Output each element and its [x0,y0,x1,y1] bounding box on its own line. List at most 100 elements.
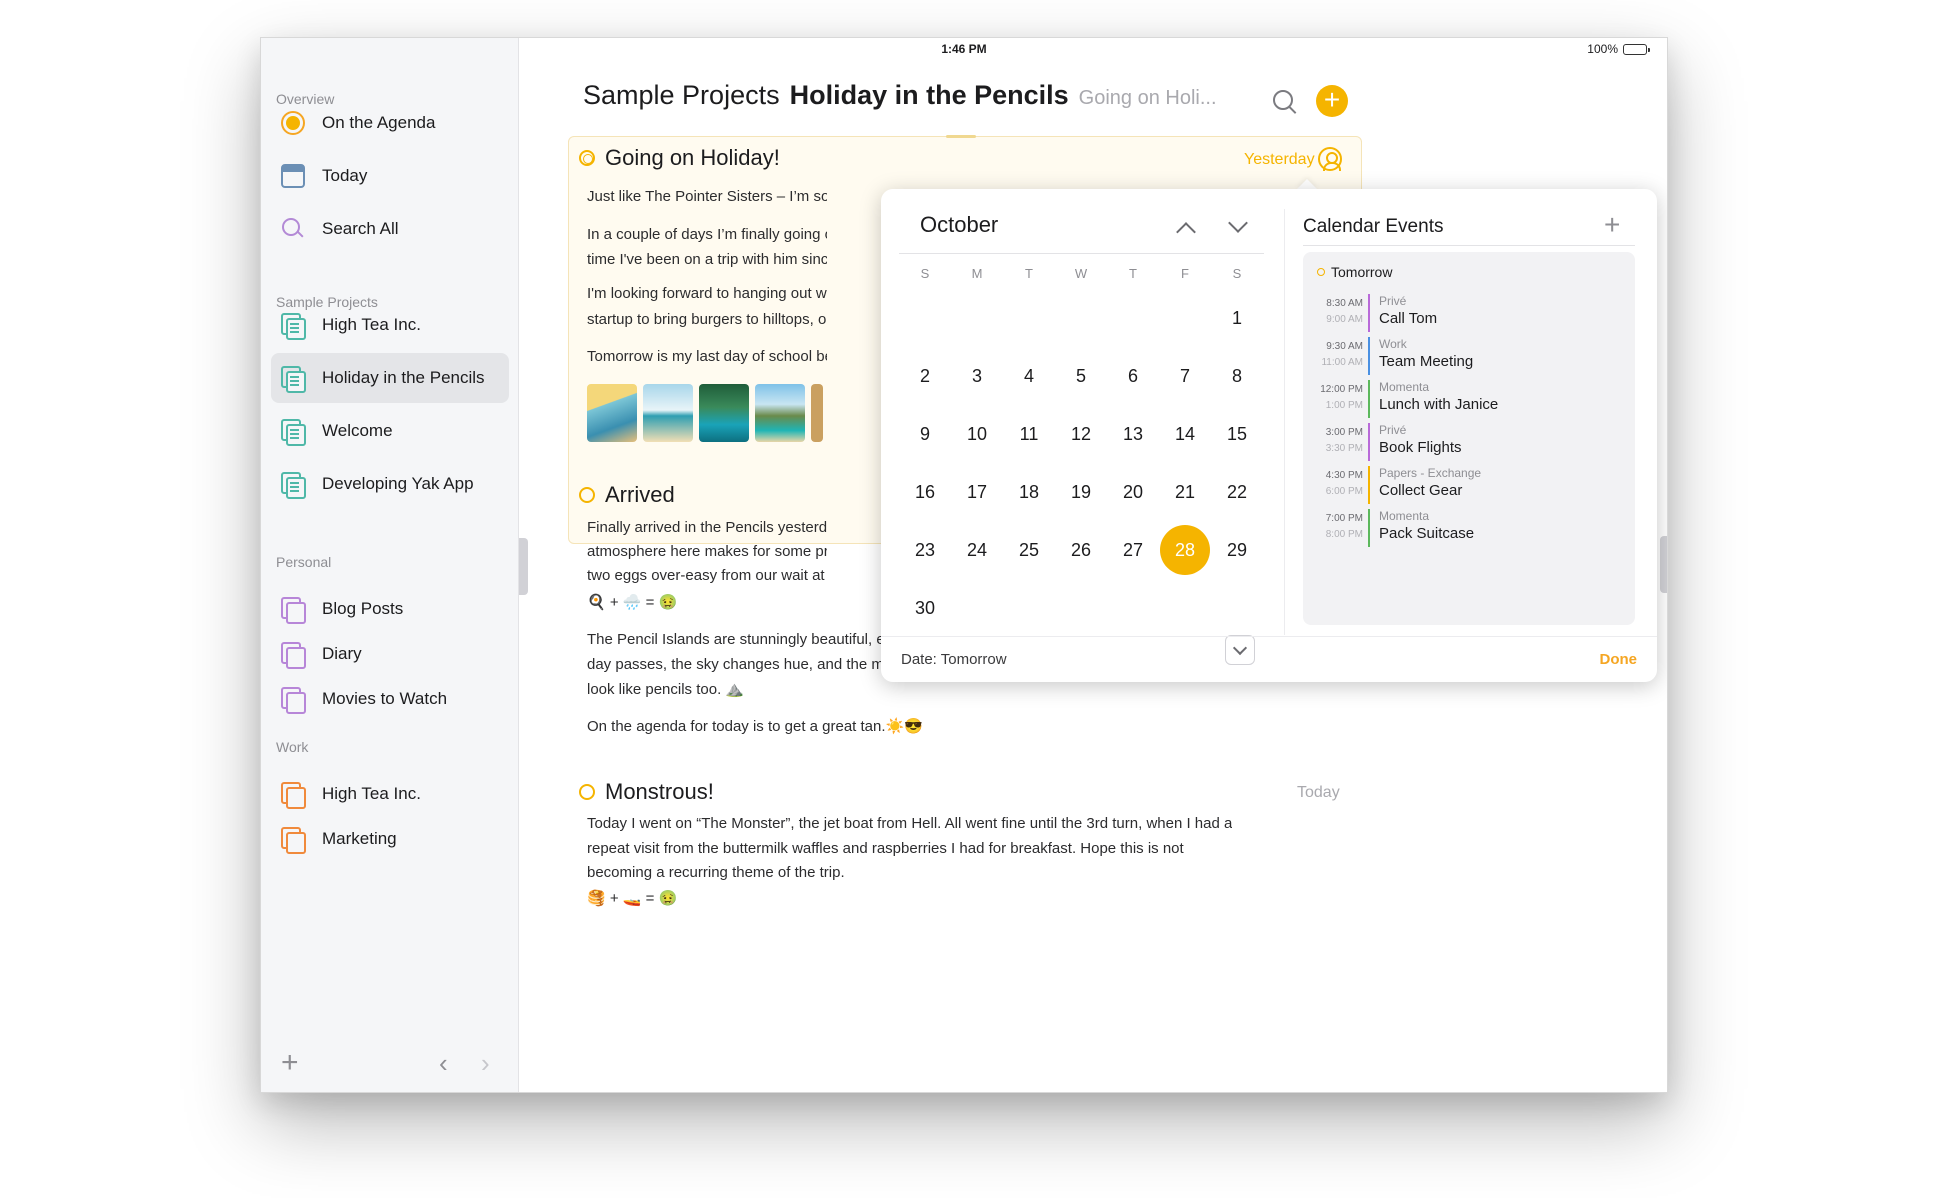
event-color-bar [1368,509,1370,547]
calendar-day[interactable]: 20 [1107,463,1159,521]
chevron-up-icon[interactable] [1176,222,1196,242]
selected-date-label: Date: Tomorrow [901,651,1007,668]
calendar-day[interactable]: 10 [951,405,1003,463]
sidebar-item-today[interactable]: Today [271,151,509,201]
calendar-day[interactable]: 29 [1211,521,1263,579]
battery-icon [1623,43,1650,55]
sidebar-item-developing-yak-app[interactable]: Developing Yak App [271,459,509,509]
calendar-day[interactable]: 2 [899,347,951,405]
expand-calendar-button[interactable] [1225,635,1255,665]
photo-thumbnail[interactable] [755,384,805,442]
photo-thumbnail[interactable] [643,384,693,442]
calendar-day[interactable]: 16 [899,463,951,521]
sidebar-item-work-high-tea[interactable]: High Tea Inc. [271,769,509,819]
event-start-time: 3:00 PM [1325,427,1363,438]
calendar-day[interactable]: 7 [1159,347,1211,405]
calendar-event[interactable]: 9:30 AM 11:00 AM Work Team Meeting [1303,335,1635,379]
divider [881,636,1657,637]
event-calendar-name: Momenta [1379,380,1430,394]
sidebar-item-search-all[interactable]: Search All [271,204,509,254]
calendar-day[interactable]: 6 [1107,347,1159,405]
sidebar-item-holiday-in-the-pencils[interactable]: Holiday in the Pencils [271,353,509,403]
photo-thumbnail[interactable] [699,384,749,442]
calendar-day[interactable]: 27 [1107,521,1159,579]
calendar-event[interactable]: 7:00 PM 8:00 PM Momenta Pack Suitcase [1303,507,1635,551]
done-button[interactable]: Done [1600,651,1638,668]
calendar-day[interactable]: 21 [1159,463,1211,521]
entry-title[interactable]: Going on Holiday! [579,145,780,171]
calendar-day[interactable]: 22 [1211,463,1263,521]
entry-title[interactable]: Arrived [579,482,675,508]
chevron-down-icon[interactable] [1228,213,1248,233]
scrollbar[interactable] [1660,536,1667,593]
calendar-day[interactable]: 17 [951,463,1003,521]
calendar-event[interactable]: 12:00 PM 1:00 PM Momenta Lunch with Janice [1303,378,1635,422]
calendar-day[interactable]: 14 [1159,405,1211,463]
sidebar-item-on-the-agenda[interactable]: On the Agenda [271,98,509,148]
calendar-day[interactable]: 15 [1211,405,1263,463]
calendar-day-selected[interactable]: 28 [1159,521,1211,579]
add-entry-button[interactable]: + [1316,85,1348,117]
sidebar-resize-handle[interactable] [519,538,528,595]
forward-arrow-icon[interactable]: › [481,1048,490,1079]
calendar-day[interactable]: 13 [1107,405,1159,463]
calendar-day[interactable]: 4 [1003,347,1055,405]
calendar-event[interactable]: 4:30 PM 6:00 PM Papers - Exchange Collect G… [1303,464,1635,508]
breadcrumb-project[interactable]: Sample Projects [583,80,780,111]
entry-status-icon[interactable] [579,784,595,800]
calendar-day[interactable]: 1 [1211,289,1263,347]
sidebar-item-label: Marketing [322,829,397,848]
calendar-icon [281,164,305,188]
photo-thumbnail[interactable] [587,384,637,442]
calendar-day[interactable]: 18 [1003,463,1055,521]
sidebar-item-diary[interactable]: Diary [271,629,509,679]
weekday-label: T [1025,266,1033,281]
entry-paragraph: Tomorrow is my last day of school befo [587,348,827,365]
sidebar-item-label: Today [322,166,368,185]
event-color-bar [1368,466,1370,504]
sidebar-item-high-tea[interactable]: High Tea Inc. [271,300,509,350]
calendar-day[interactable]: 25 [1003,521,1055,579]
sidebar-item-label: On the Agenda [322,113,436,132]
event-day-label: Tomorrow [1331,264,1393,280]
agenda-icon [281,111,305,135]
calendar-day[interactable]: 24 [951,521,1003,579]
card-drag-handle[interactable] [946,135,976,138]
entry-title[interactable]: Monstrous! [579,779,714,805]
calendar-day[interactable]: 11 [1003,405,1055,463]
calendar-day[interactable]: 9 [899,405,951,463]
calendar-day[interactable]: 19 [1055,463,1107,521]
search-icon[interactable] [1273,90,1297,114]
add-event-button[interactable]: + [1604,211,1620,239]
battery-percent: 100% [1587,42,1618,56]
sidebar-item-welcome[interactable]: Welcome [271,406,509,456]
calendar-blank [951,289,1003,347]
calendar-event[interactable]: 8:30 AM 9:00 AM Privé Call Tom [1303,292,1635,336]
calendar-event[interactable]: 3:00 PM 3:30 PM Privé Book Flights [1303,421,1635,465]
calendar-day[interactable]: 23 [899,521,951,579]
add-project-button[interactable]: + [281,1048,299,1078]
calendar-day[interactable]: 3 [951,347,1003,405]
events-title: Calendar Events [1303,216,1444,237]
calendar-day[interactable]: 8 [1211,347,1263,405]
sidebar-item-blog-posts[interactable]: Blog Posts [271,584,509,634]
calendar-blank [1055,289,1107,347]
weekday-label: M [971,266,983,281]
breadcrumb-entry[interactable]: Going on Holi... [1079,87,1217,110]
status-battery: 100% [1587,42,1650,56]
calendar-day[interactable]: 5 [1055,347,1107,405]
photo-thumbnail[interactable] [811,384,823,442]
entry-title-text: Monstrous! [605,779,714,804]
notebook-icon [281,597,306,624]
back-arrow-icon[interactable]: ‹ [439,1048,448,1079]
entry-status-icon[interactable] [579,487,595,503]
person-icon[interactable] [1318,147,1342,171]
notebook-icon [281,419,306,446]
sidebar-item-movies-to-watch[interactable]: Movies to Watch [271,674,509,724]
calendar-day[interactable]: 12 [1055,405,1107,463]
calendar-day[interactable]: 26 [1055,521,1107,579]
sidebar-item-marketing[interactable]: Marketing [271,814,509,864]
entry-status-icon[interactable] [579,150,595,166]
event-name: Call Tom [1379,310,1438,327]
calendar-day[interactable]: 30 [899,579,951,637]
